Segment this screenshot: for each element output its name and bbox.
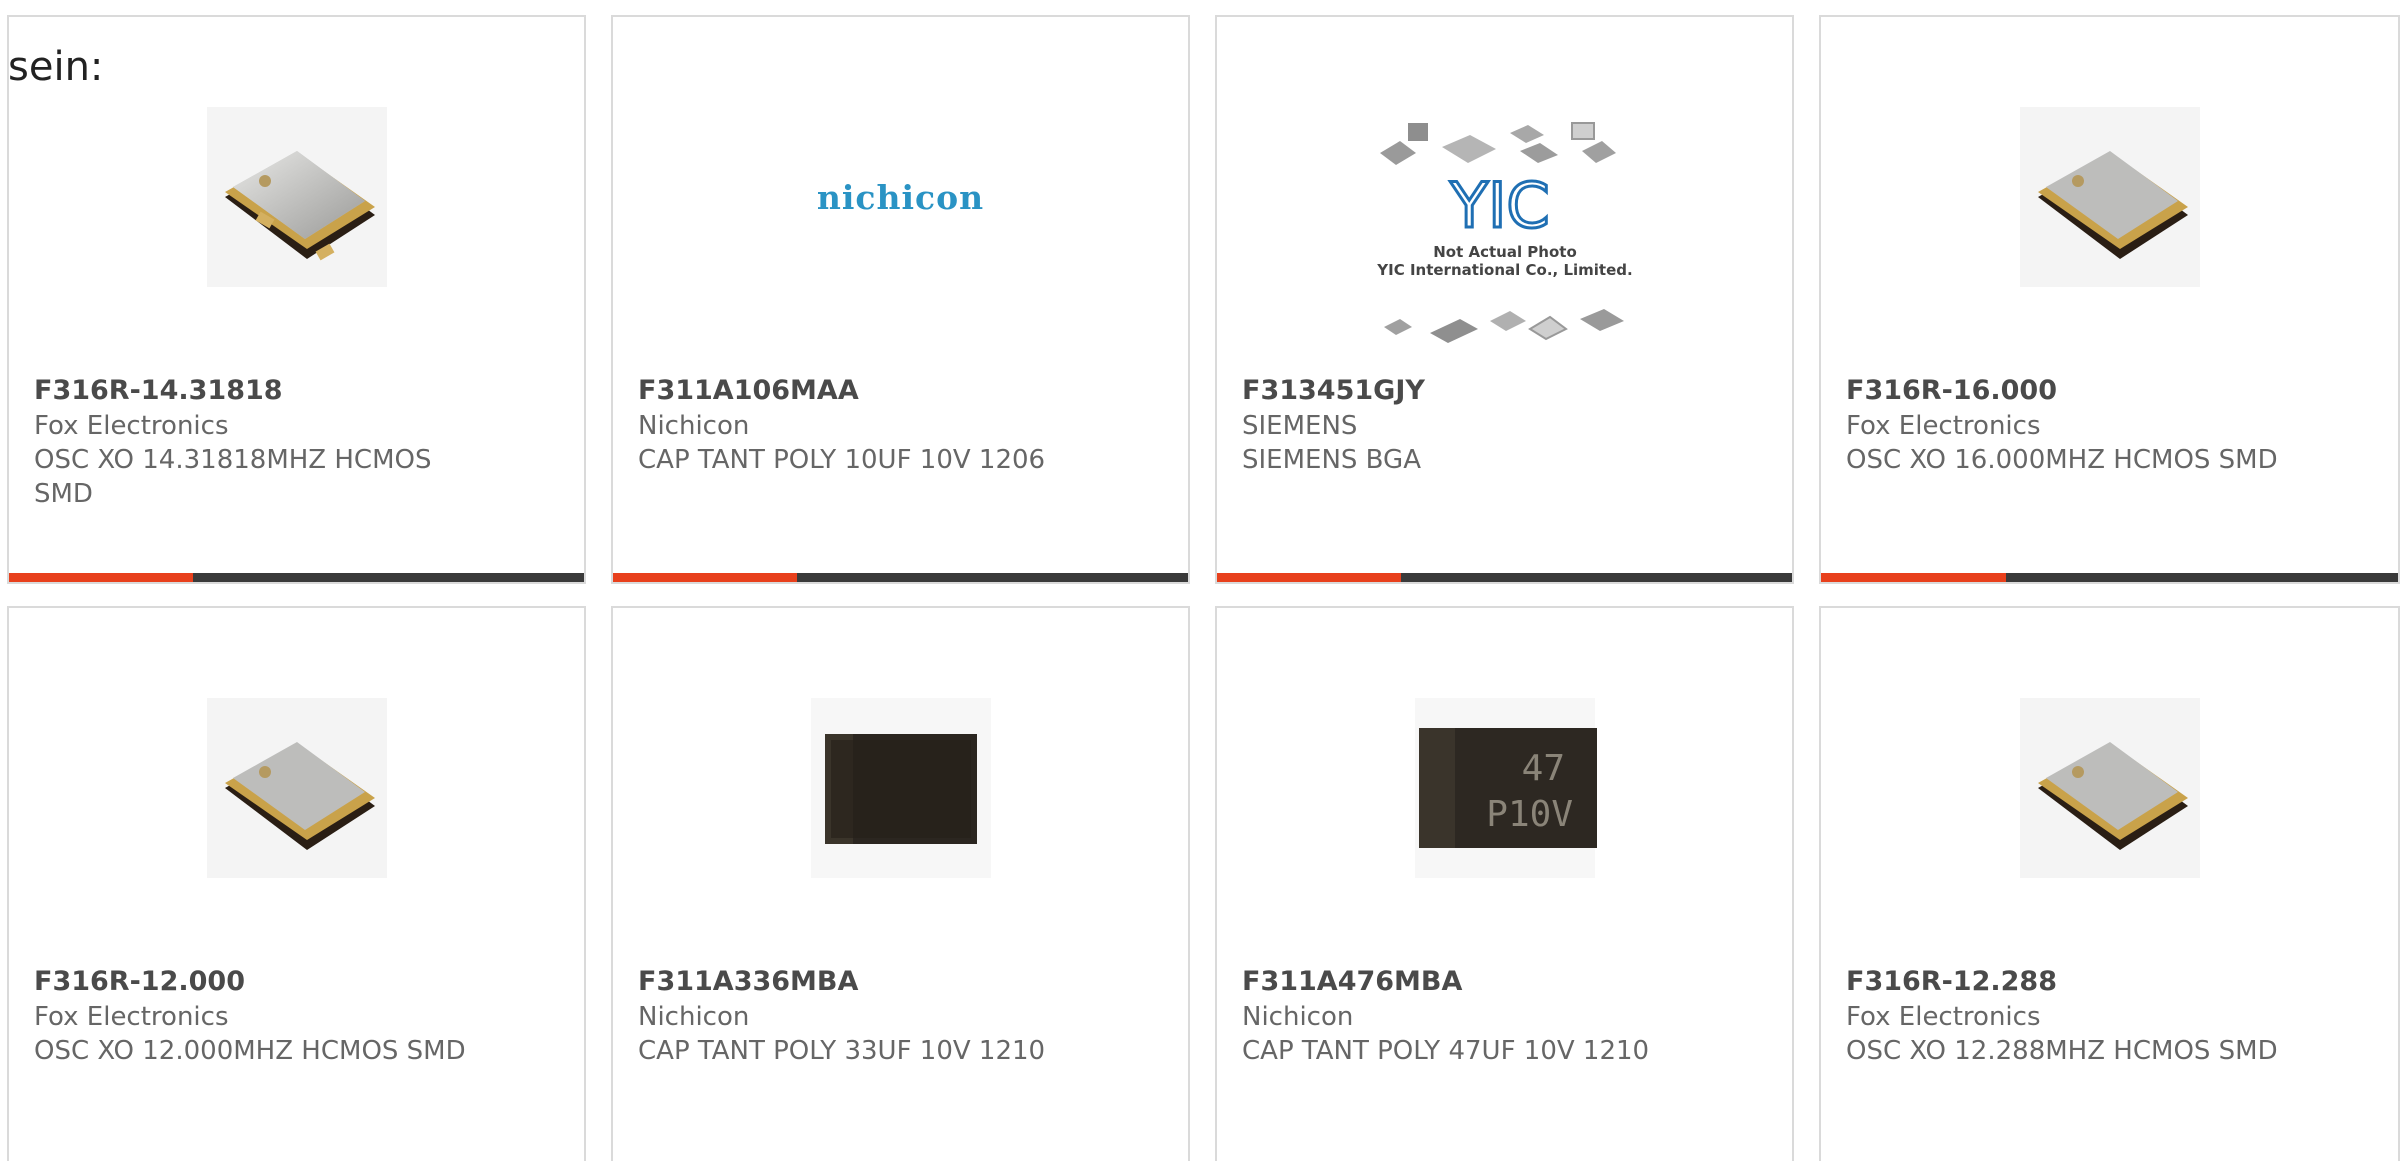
nichicon-logo: nichicon — [791, 87, 1011, 307]
oscillator-icon — [2000, 87, 2220, 307]
product-info: F316R-12.288 Fox Electronics OSC XO 12.2… — [1846, 964, 2378, 1068]
product-info: F311A106MAA Nichicon CAP TANT POLY 10UF … — [638, 373, 1168, 477]
capacitor-marking-2: P10V — [1486, 794, 1573, 835]
tantalum-capacitor-icon: 47 P10V — [1395, 678, 1615, 898]
description: SIEMENS BGA — [1242, 445, 1421, 475]
description: CAP TANT POLY 33UF 10V 1210 — [638, 1036, 1046, 1066]
product-info: F313451GJY SIEMENS SIEMENS BGA — [1242, 373, 1772, 477]
manufacturer: Nichicon — [638, 411, 750, 441]
part-number[interactable]: F311A476MBA — [1242, 964, 1772, 1000]
product-grid-page: sein: F316R-14.31818 Fox Electronics OSC… — [0, 0, 2400, 1161]
svg-text:YIC: YIC — [1449, 169, 1549, 242]
placeholder-line-1: Not Actual Photo — [1433, 243, 1577, 261]
part-number[interactable]: F316R-12.000 — [34, 964, 564, 1000]
product-info: F316R-16.000 Fox Electronics OSC XO 16.0… — [1846, 373, 2378, 477]
product-card-f316r-14-31818[interactable]: F316R-14.31818 Fox Electronics OSC XO 14… — [7, 15, 586, 584]
progress-bar — [613, 573, 1188, 582]
description: OSC XO 12.000MHZ HCMOS SMD — [34, 1036, 466, 1066]
product-card-f316r-12-288[interactable]: F316R-12.288 Fox Electronics OSC XO 12.2… — [1819, 606, 2400, 1161]
manufacturer: Fox Electronics — [1846, 1002, 2041, 1032]
description: CAP TANT POLY 10UF 10V 1206 — [638, 445, 1046, 475]
product-card-f311a106maa[interactable]: nichicon F311A106MAA Nichicon CAP TANT P… — [611, 15, 1190, 584]
product-card-f311a476mba[interactable]: 47 P10V F311A476MBA Nichicon CAP TANT PO… — [1215, 606, 1794, 1161]
manufacturer: Nichicon — [638, 1002, 750, 1032]
placeholder-line-2: YIC International Co., Limited. — [1376, 261, 1632, 279]
nichicon-logo-text: nichicon — [816, 177, 985, 217]
progress-fill — [9, 573, 193, 582]
product-card-f316r-16-000[interactable]: F316R-16.000 Fox Electronics OSC XO 16.0… — [1819, 15, 2400, 584]
manufacturer: Fox Electronics — [34, 411, 229, 441]
manufacturer: Fox Electronics — [34, 1002, 229, 1032]
description: OSC XO 12.288MHZ HCMOS SMD — [1846, 1036, 2278, 1066]
description: OSC XO 16.000MHZ HCMOS SMD — [1846, 445, 2278, 475]
progress-fill — [613, 573, 797, 582]
manufacturer: Fox Electronics — [1846, 411, 2041, 441]
tantalum-capacitor-icon — [791, 678, 1011, 898]
oscillator-icon — [187, 87, 407, 307]
progress-fill — [1217, 573, 1401, 582]
part-number[interactable]: F311A336MBA — [638, 964, 1168, 1000]
product-card-f313451gjy[interactable]: YIC Not Actual Photo YIC International C… — [1215, 15, 1794, 584]
product-card-f316r-12-000[interactable]: F316R-12.000 Fox Electronics OSC XO 12.0… — [7, 606, 586, 1161]
part-number[interactable]: F311A106MAA — [638, 373, 1168, 409]
lead-text: sein: — [8, 44, 104, 90]
description: CAP TANT POLY 47UF 10V 1210 — [1242, 1036, 1650, 1066]
part-number[interactable]: F316R-14.31818 — [34, 373, 564, 409]
oscillator-icon — [2000, 678, 2220, 898]
yic-placeholder: YIC Not Actual Photo YIC International C… — [1360, 107, 1650, 367]
progress-fill — [1821, 573, 2006, 582]
progress-bar — [1821, 573, 2398, 582]
manufacturer: SIEMENS — [1242, 411, 1358, 441]
product-card-f311a336mba[interactable]: F311A336MBA Nichicon CAP TANT POLY 33UF … — [611, 606, 1190, 1161]
product-info: F311A476MBA Nichicon CAP TANT POLY 47UF … — [1242, 964, 1772, 1068]
progress-bar — [1217, 573, 1792, 582]
part-number[interactable]: F313451GJY — [1242, 373, 1772, 409]
part-number[interactable]: F316R-16.000 — [1846, 373, 2378, 409]
oscillator-icon — [187, 678, 407, 898]
part-number[interactable]: F316R-12.288 — [1846, 964, 2378, 1000]
description: OSC XO 14.31818MHZ HCMOS SMD — [34, 445, 432, 509]
product-info: F316R-12.000 Fox Electronics OSC XO 12.0… — [34, 964, 564, 1068]
product-info: F316R-14.31818 Fox Electronics OSC XO 14… — [34, 373, 564, 511]
manufacturer: Nichicon — [1242, 1002, 1354, 1032]
progress-bar — [9, 573, 584, 582]
capacitor-marking-1: 47 — [1521, 748, 1564, 789]
product-info: F311A336MBA Nichicon CAP TANT POLY 33UF … — [638, 964, 1168, 1068]
